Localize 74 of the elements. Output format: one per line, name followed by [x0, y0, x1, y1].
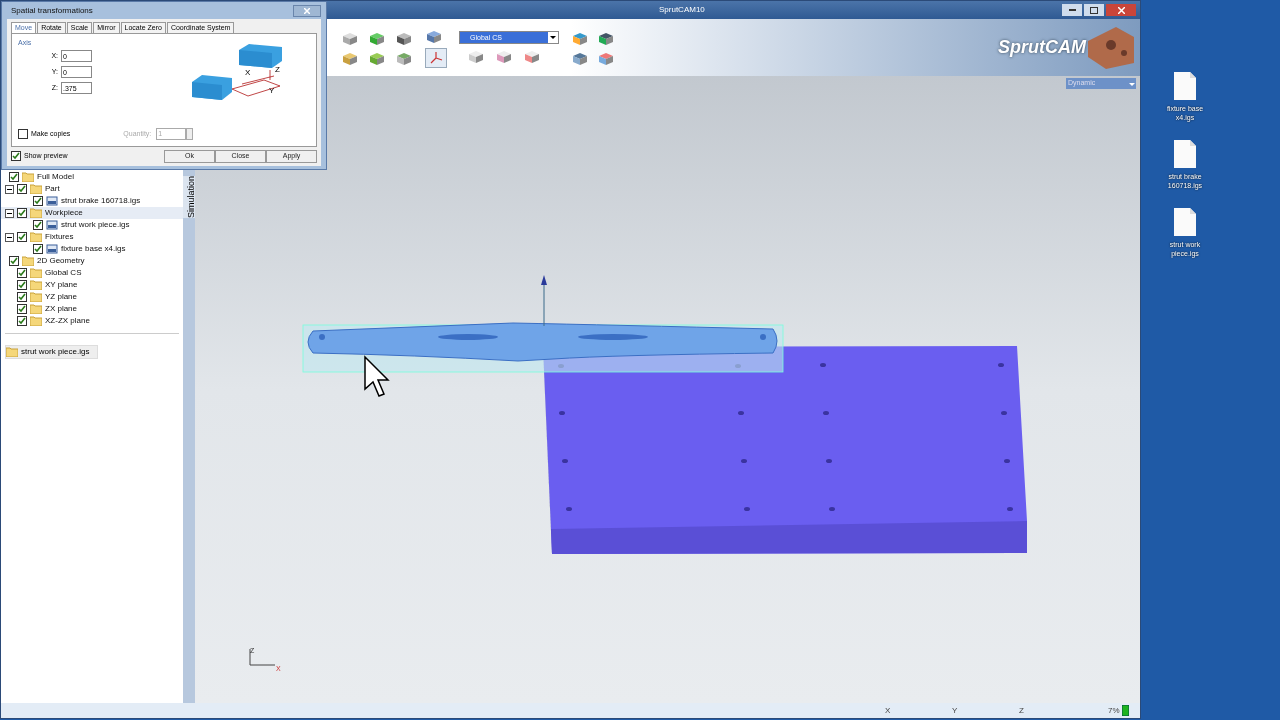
checkbox[interactable] — [33, 196, 43, 206]
checkbox[interactable] — [9, 172, 19, 182]
file-icon — [46, 244, 58, 254]
box-icon[interactable] — [523, 48, 541, 64]
tree-item[interactable]: strut brake 160718.igs — [61, 195, 141, 207]
folder-icon — [30, 292, 42, 302]
checkbox[interactable] — [17, 280, 27, 290]
folder-icon — [22, 172, 34, 182]
checkbox[interactable] — [17, 208, 27, 218]
tree-item[interactable]: Part — [45, 183, 60, 195]
file-icon[interactable] — [1174, 208, 1196, 236]
checkbox[interactable] — [33, 244, 43, 254]
minimize-button[interactable] — [1062, 4, 1082, 16]
maximize-button[interactable] — [1084, 4, 1104, 16]
checkbox[interactable] — [11, 151, 21, 161]
tree-item[interactable]: 2D Geometry — [37, 255, 85, 267]
axis-triad-icon — [249, 648, 276, 666]
close-icon — [1117, 6, 1125, 14]
tree-item[interactable]: fixture base x4.igs — [61, 243, 126, 255]
tree-item[interactable]: YZ plane — [45, 291, 78, 303]
folder-icon — [30, 280, 42, 290]
current-item[interactable]: strut work piece.igs — [5, 345, 99, 359]
checkbox[interactable] — [18, 129, 28, 139]
checkbox[interactable] — [9, 256, 19, 266]
folder-icon — [22, 256, 34, 266]
close-button[interactable] — [293, 4, 321, 17]
diagram-label: X — [245, 67, 251, 79]
file-icon[interactable] — [1174, 140, 1196, 168]
folder-icon — [6, 347, 18, 357]
side-tab[interactable]: Simulation — [183, 176, 195, 219]
toolbar-button[interactable] — [425, 47, 447, 68]
tree-item[interactable]: Global CS — [45, 267, 82, 279]
memory-meter-icon — [1122, 705, 1129, 716]
box-icon[interactable] — [495, 48, 513, 64]
diagram-label: Y — [269, 85, 275, 97]
maximize-icon — [1090, 6, 1098, 14]
memory-usage: 7% — [1108, 705, 1120, 717]
logo-text: SprutCAM — [998, 35, 1086, 59]
tree-item[interactable]: Full Model — [37, 171, 74, 183]
checkbox[interactable] — [17, 292, 27, 302]
status-x: X — [885, 705, 891, 717]
collapse-icon[interactable] — [5, 184, 14, 194]
axis-arrow — [541, 275, 547, 327]
cursor-icon — [364, 355, 390, 397]
folder-icon — [30, 232, 42, 242]
checkbox[interactable] — [17, 316, 27, 326]
folder-icon — [30, 184, 42, 194]
folder-icon — [30, 268, 42, 278]
status-z: Z — [1019, 705, 1024, 717]
tree-item[interactable]: ZX plane — [45, 303, 78, 315]
diagram-label: Z — [275, 64, 280, 76]
checkbox[interactable] — [17, 232, 27, 242]
dialog-title: Spatial transformations — [11, 4, 93, 17]
minimize-icon — [1068, 8, 1076, 12]
tree-item[interactable]: Fixtures — [45, 231, 74, 243]
folder-icon — [30, 208, 42, 218]
file-icon[interactable] — [1174, 72, 1196, 100]
checkbox[interactable] — [17, 184, 27, 194]
checkbox[interactable] — [33, 220, 43, 230]
box-icon[interactable] — [467, 48, 485, 64]
collapse-icon[interactable] — [5, 208, 14, 218]
window-title: SprutCAM10 — [659, 4, 705, 16]
close-button[interactable] — [1106, 4, 1136, 16]
folder-icon — [30, 316, 42, 326]
status-y: Y — [952, 705, 958, 717]
close-icon — [304, 7, 310, 14]
axes-icon — [429, 50, 443, 65]
tree-item[interactable]: XY plane — [45, 279, 78, 291]
tree-item[interactable]: strut work piece.igs — [61, 219, 130, 231]
folder-icon — [30, 304, 42, 314]
checkbox[interactable] — [17, 268, 27, 278]
collapse-icon[interactable] — [5, 232, 14, 242]
tree-item[interactable]: XZ-ZX plane — [45, 315, 90, 327]
checkbox[interactable] — [17, 304, 27, 314]
